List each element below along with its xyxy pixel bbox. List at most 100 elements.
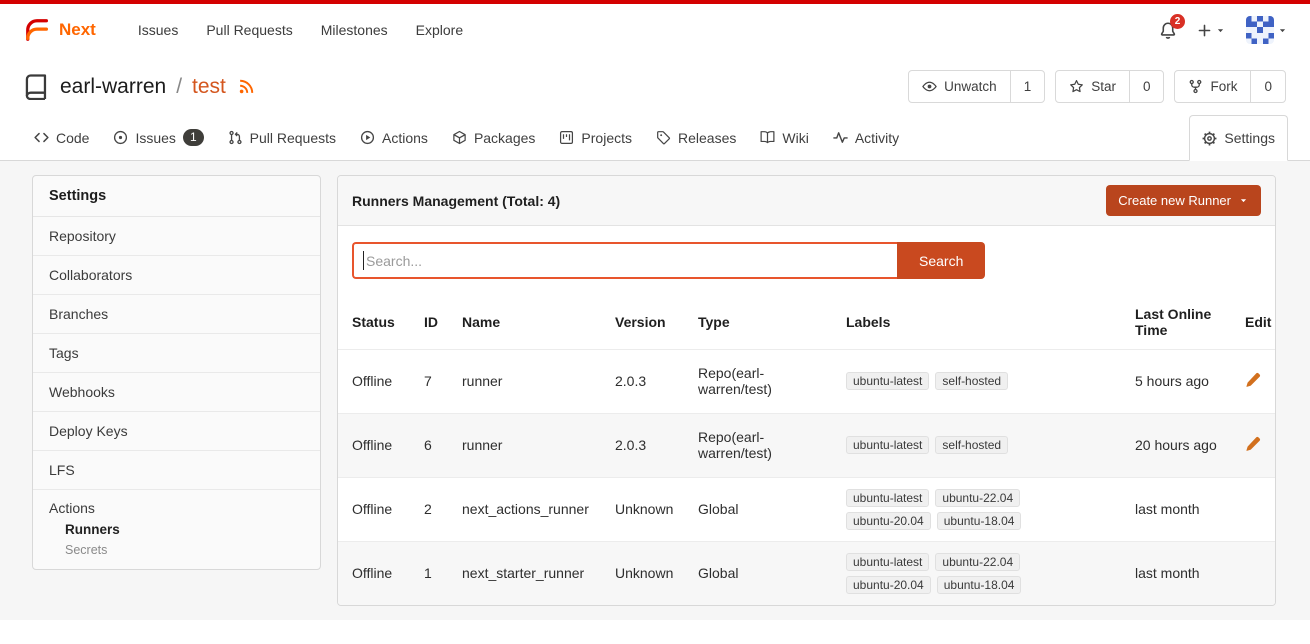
top-navbar: Next Issues Pull Requests Milestones Exp… (0, 4, 1310, 56)
rss-feed-icon[interactable] (238, 78, 255, 95)
runner-name: next_starter_runner (456, 541, 609, 605)
nav-item-issues[interactable]: Issues (124, 22, 192, 38)
repo-action-buttons: Unwatch 1 Star 0 Fork 0 (908, 70, 1286, 103)
table-row: Offline 7 runner 2.0.3 Repo(earl-warren/… (338, 349, 1275, 413)
content-area: Settings Repository Collaborators Branch… (0, 161, 1310, 620)
header-edit: Edit (1239, 295, 1275, 349)
search-input[interactable] (352, 242, 897, 279)
header-status: Status (338, 295, 418, 349)
sidebar-item-webhooks[interactable]: Webhooks (33, 373, 320, 412)
repo-separator: / (176, 75, 182, 99)
label-chip: ubuntu-18.04 (937, 512, 1022, 530)
tab-actions[interactable]: Actions (348, 115, 440, 160)
runners-panel: Runners Management (Total: 4) Create new… (337, 175, 1276, 606)
runner-status: Offline (338, 477, 418, 541)
runner-last-online: 20 hours ago (1129, 413, 1239, 477)
tab-packages[interactable]: Packages (440, 115, 547, 160)
runner-version: 2.0.3 (609, 413, 692, 477)
sidebar-item-repository[interactable]: Repository (33, 217, 320, 256)
pull-request-icon (228, 130, 243, 145)
sidebar-item-actions[interactable]: Actions (49, 500, 304, 516)
label-chip: self-hosted (935, 372, 1008, 390)
runner-labels: ubuntu-latest ubuntu-22.04 ubuntu-20.04 … (840, 477, 1129, 541)
runners-table: Status ID Name Version Type Labels Last … (338, 295, 1275, 605)
sidebar-item-tags[interactable]: Tags (33, 334, 320, 373)
runner-name: runner (456, 413, 609, 477)
tag-icon (656, 130, 671, 145)
play-circle-icon (360, 130, 375, 145)
repo-name-link[interactable]: test (192, 75, 226, 99)
panel-header: Runners Management (Total: 4) Create new… (338, 176, 1275, 226)
edit-runner-icon[interactable] (1245, 436, 1261, 452)
tab-wiki-label: Wiki (782, 130, 808, 146)
create-new-runner-button[interactable]: Create new Runner (1106, 185, 1261, 216)
star-count[interactable]: 0 (1129, 71, 1164, 102)
project-icon (559, 130, 574, 145)
pulse-icon (833, 130, 848, 145)
home-link[interactable]: Next (22, 15, 96, 45)
tab-actions-label: Actions (382, 130, 428, 146)
header-labels: Labels (840, 295, 1129, 349)
header-id: ID (418, 295, 456, 349)
sidebar-title: Settings (33, 176, 320, 217)
runner-labels: ubuntu-latest self-hosted (840, 349, 1129, 413)
tab-issues[interactable]: Issues 1 (101, 115, 215, 160)
nav-item-pull-requests[interactable]: Pull Requests (192, 22, 306, 38)
fork-icon (1188, 79, 1203, 94)
unwatch-button[interactable]: Unwatch (909, 71, 1010, 102)
sidebar-subitem-runners[interactable]: Runners (49, 516, 304, 537)
notifications-button[interactable]: 2 (1159, 21, 1177, 39)
fork-count[interactable]: 0 (1250, 71, 1285, 102)
runner-status: Offline (338, 413, 418, 477)
sidebar-item-deploy-keys[interactable]: Deploy Keys (33, 412, 320, 451)
user-menu[interactable] (1246, 16, 1288, 44)
sidebar-item-lfs[interactable]: LFS (33, 451, 320, 490)
search-button[interactable]: Search (897, 242, 985, 279)
chevron-down-icon (1277, 25, 1288, 36)
nav-item-milestones[interactable]: Milestones (307, 22, 402, 38)
fork-button-group: Fork 0 (1174, 70, 1286, 103)
runner-edit-cell (1239, 349, 1275, 413)
brand-name: Next (59, 20, 96, 40)
repo-title: earl-warren / test (24, 74, 255, 100)
package-icon (452, 130, 467, 145)
star-button[interactable]: Star (1056, 71, 1129, 102)
sidebar-item-collaborators[interactable]: Collaborators (33, 256, 320, 295)
tab-releases-label: Releases (678, 130, 736, 146)
label-chip: ubuntu-18.04 (937, 576, 1022, 594)
runner-edit-cell (1239, 477, 1275, 541)
tab-activity[interactable]: Activity (821, 115, 911, 160)
nav-item-explore[interactable]: Explore (402, 22, 477, 38)
tab-code[interactable]: Code (22, 115, 101, 160)
star-button-group: Star 0 (1055, 70, 1164, 103)
gear-icon (1202, 131, 1217, 146)
tab-projects[interactable]: Projects (547, 115, 644, 160)
tab-pull-requests-label: Pull Requests (250, 130, 336, 146)
runner-edit-cell (1239, 541, 1275, 605)
tab-packages-label: Packages (474, 130, 535, 146)
tab-releases[interactable]: Releases (644, 115, 748, 160)
tab-wiki[interactable]: Wiki (748, 115, 820, 160)
sidebar-item-branches[interactable]: Branches (33, 295, 320, 334)
book-icon (760, 130, 775, 145)
runner-type: Repo(earl-warren/test) (692, 349, 840, 413)
tab-settings[interactable]: Settings (1189, 115, 1288, 161)
tab-pull-requests[interactable]: Pull Requests (216, 115, 348, 160)
watch-count[interactable]: 1 (1010, 71, 1045, 102)
table-row: Offline 1 next_starter_runner Unknown Gl… (338, 541, 1275, 605)
runner-name: runner (456, 349, 609, 413)
label-chip: ubuntu-latest (846, 553, 929, 571)
create-new-dropdown[interactable] (1197, 23, 1226, 38)
repo-owner-link[interactable]: earl-warren (60, 75, 166, 99)
panel-body: Search Status ID Name Version (338, 226, 1275, 605)
issue-icon (113, 130, 128, 145)
tab-issues-label: Issues (135, 130, 175, 146)
edit-runner-icon[interactable] (1245, 372, 1261, 388)
chevron-down-icon (1238, 195, 1249, 206)
table-row: Offline 6 runner 2.0.3 Repo(earl-warren/… (338, 413, 1275, 477)
runner-last-online: last month (1129, 477, 1239, 541)
runner-id: 7 (418, 349, 456, 413)
fork-button[interactable]: Fork (1175, 71, 1250, 102)
label-chip: ubuntu-20.04 (846, 512, 931, 530)
sidebar-subitem-secrets[interactable]: Secrets (49, 537, 304, 557)
